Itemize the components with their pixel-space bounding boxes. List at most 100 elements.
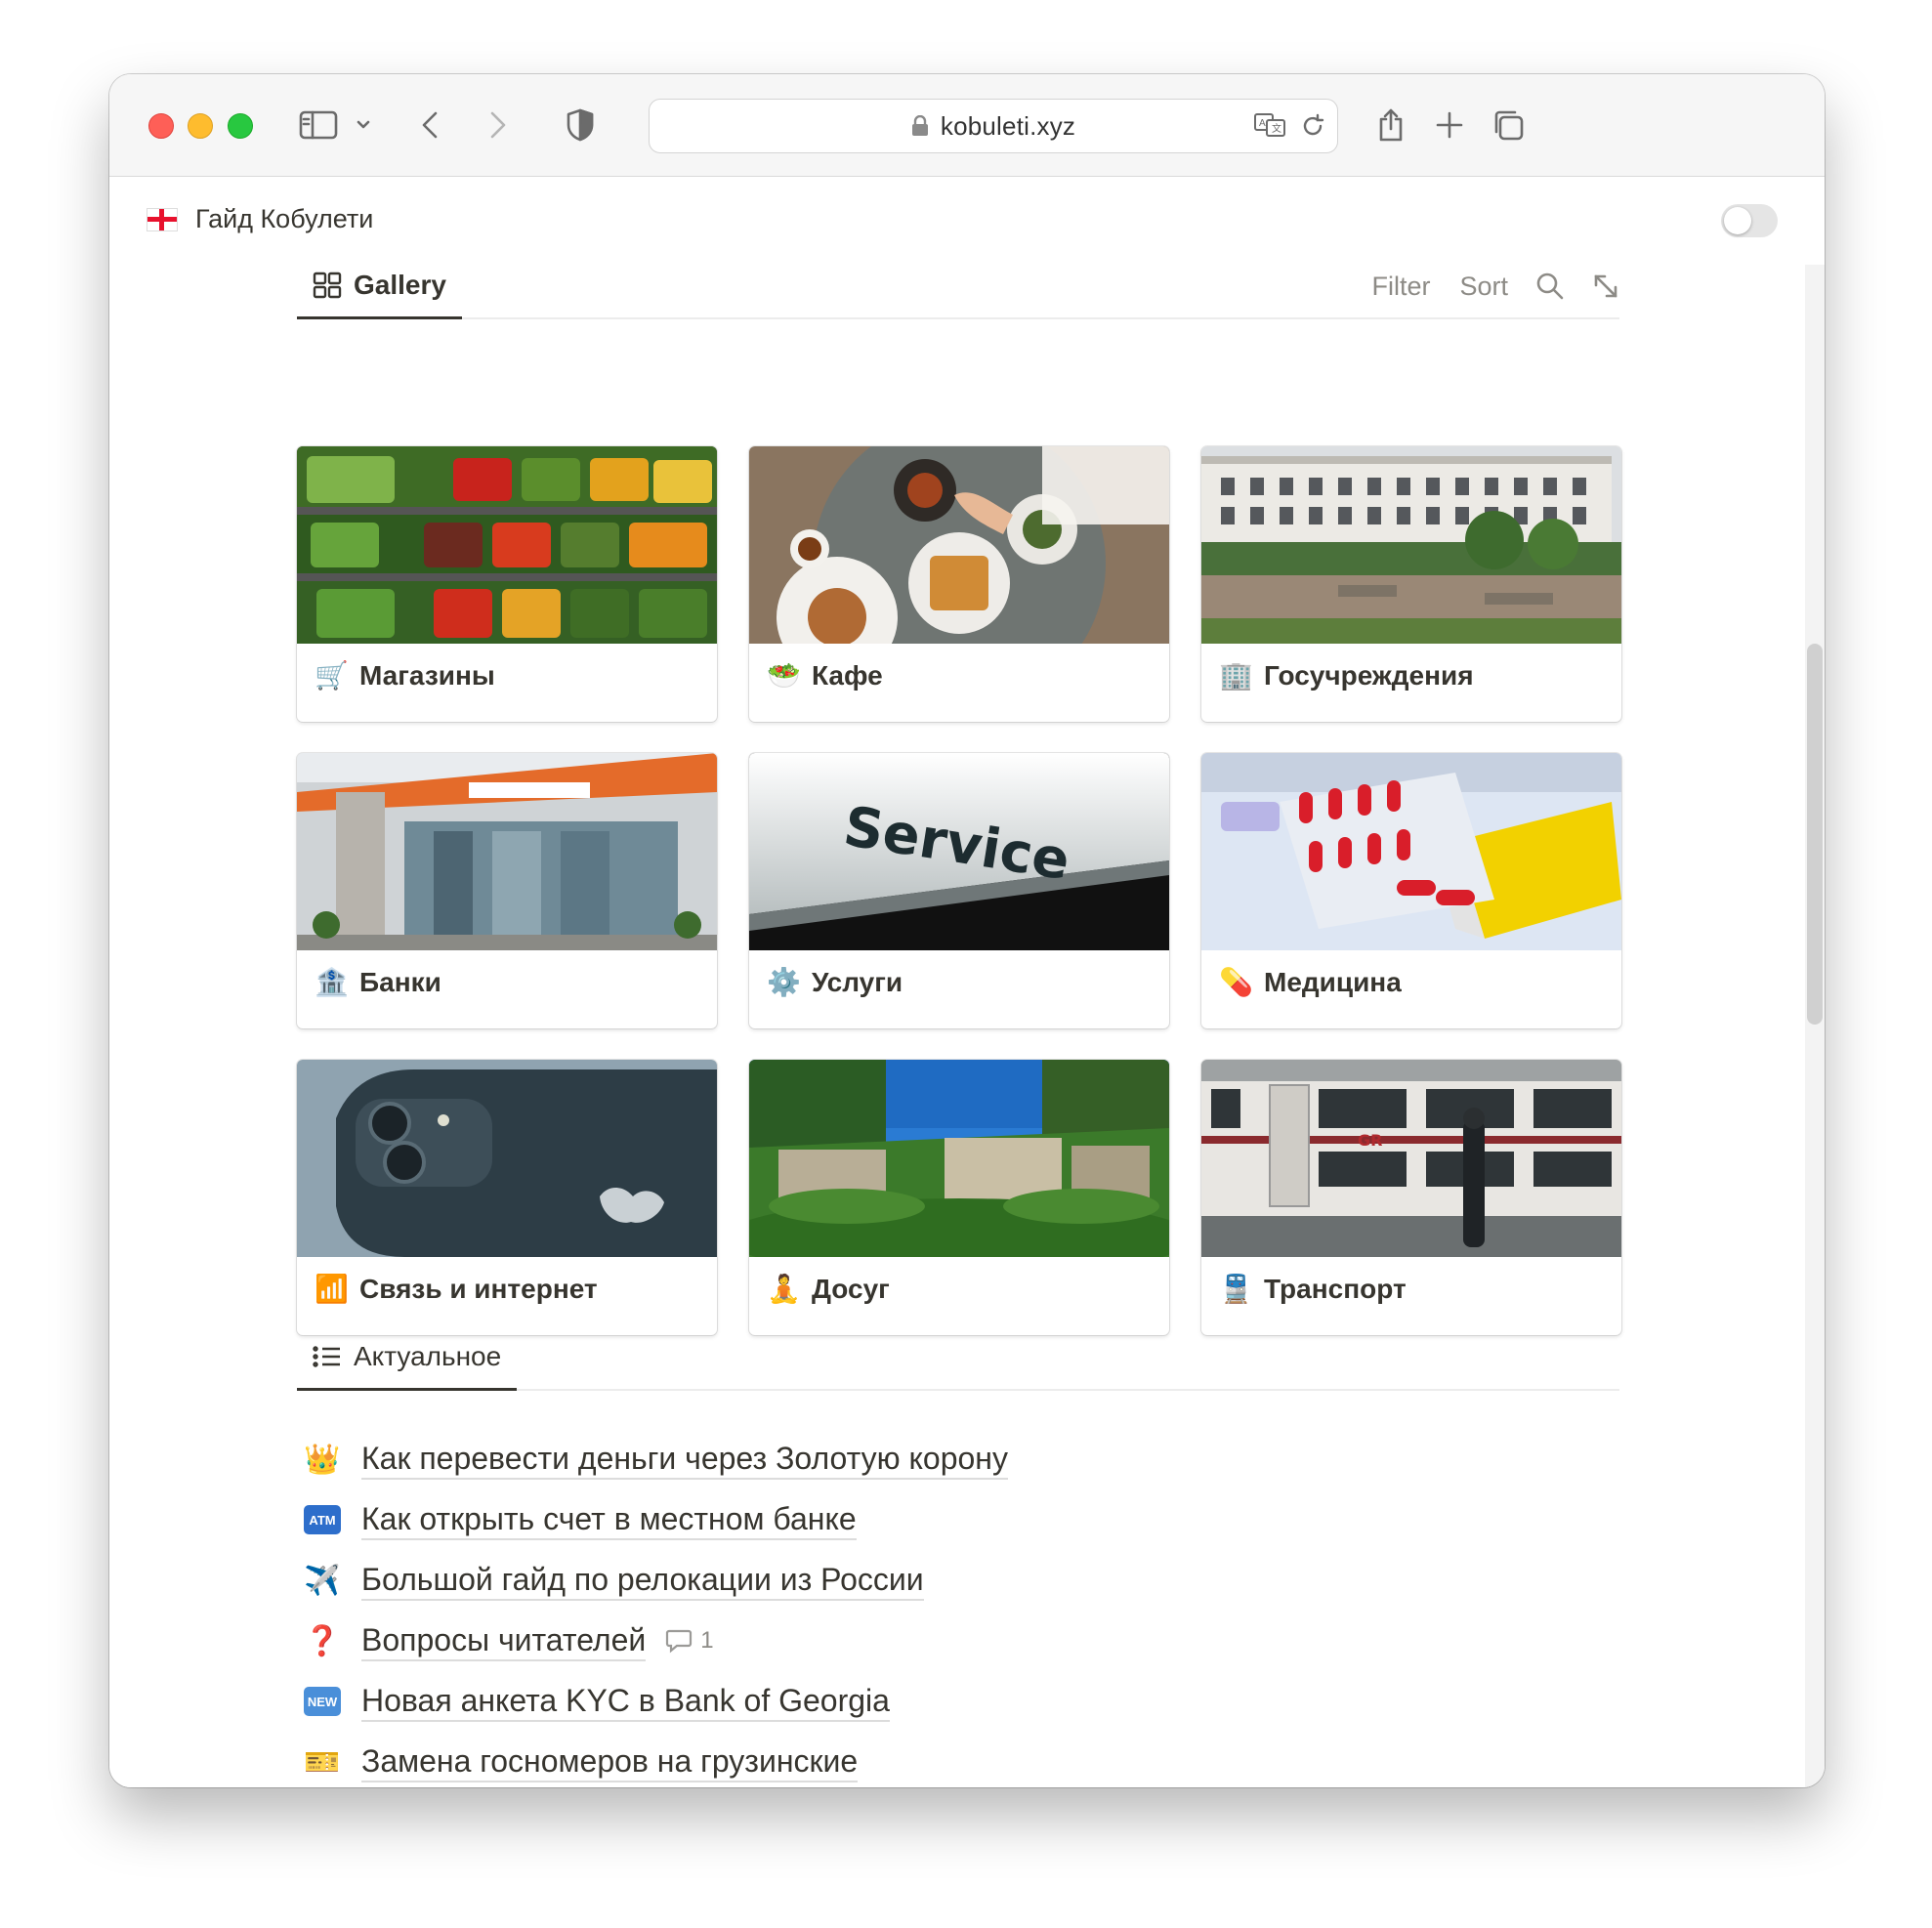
cover-image-fortress-ruins [749, 1060, 1169, 1257]
question-mark-icon: ❓ [304, 1624, 341, 1657]
gallery-card-services[interactable]: Service ⚙️ Услуги [749, 753, 1169, 1028]
list-item[interactable]: 👑 Как перевести деньги через Золотую кор… [303, 1437, 1008, 1482]
translate-icon[interactable]: A文 [1253, 111, 1288, 144]
card-label: 💊 Медицина [1219, 966, 1402, 998]
signal-bars-icon: 📶 [315, 1274, 349, 1304]
scrollbar-thumb[interactable] [1807, 644, 1823, 1025]
reload-icon[interactable] [1300, 113, 1325, 144]
svg-text:文: 文 [1272, 122, 1281, 135]
sort-button[interactable]: Sort [1459, 272, 1508, 302]
cover-image-food-table [749, 446, 1169, 644]
list-item[interactable]: ATM Как открыть счет в местном банке [303, 1497, 857, 1542]
card-label: 📶 Связь и интернет [315, 1273, 598, 1305]
comment-count[interactable]: 1 [665, 1627, 714, 1655]
gallery-card-government[interactable]: 🏢 Госучреждения [1201, 446, 1621, 722]
chevron-down-icon[interactable] [352, 107, 375, 143]
browser-window: kobuleti.xyz A文 Гайд Кобулети Gallery Fi… [109, 74, 1825, 1787]
list-item[interactable]: ❓ Вопросы читателей 1 [303, 1618, 714, 1663]
share-icon[interactable] [1371, 107, 1410, 143]
salad-icon: 🥗 [767, 660, 801, 691]
list-icon [313, 1346, 340, 1367]
list-item[interactable]: ✈️ Большой гайд по релокации из России [303, 1558, 924, 1603]
gallery-card-connectivity[interactable]: 📶 Связь и интернет [297, 1060, 717, 1335]
gallery-card-cafe[interactable]: 🥗 Кафе [749, 446, 1169, 722]
scrollbar-track[interactable] [1805, 265, 1825, 1787]
lock-icon [911, 115, 928, 136]
tab-overview-icon[interactable] [1489, 107, 1528, 143]
gallery-card-shops[interactable]: 🛒 Магазины [297, 446, 717, 722]
cover-image-vegetables [297, 446, 717, 644]
filter-button[interactable]: Filter [1371, 272, 1430, 302]
list-item[interactable]: NEW Новая анкета KYC в Bank of Georgia [303, 1679, 890, 1724]
gallery-card-leisure[interactable]: 🧘 Досуг [749, 1060, 1169, 1335]
gear-icon: ⚙️ [767, 967, 801, 997]
list-item-link[interactable]: Как перевести деньги через Золотую корон… [361, 1439, 1008, 1480]
shield-icon[interactable] [561, 107, 600, 143]
shopping-cart-icon: 🛒 [315, 660, 349, 691]
search-icon[interactable] [1535, 272, 1565, 301]
forward-arrow-icon[interactable] [479, 107, 518, 143]
list-item-link[interactable]: Большой гайд по релокации из России [361, 1560, 924, 1601]
card-title: Банки [359, 966, 441, 997]
page-title: Гайд Кобулети [195, 204, 374, 233]
card-title: Медицина [1264, 966, 1402, 997]
expand-icon[interactable] [1592, 272, 1619, 300]
card-title: Досуг [812, 1273, 890, 1304]
card-label: 🧘 Досуг [767, 1273, 890, 1305]
close-window-button[interactable] [148, 113, 174, 139]
card-title: Транспорт [1264, 1273, 1407, 1304]
address-bar[interactable]: kobuleti.xyz A文 [649, 99, 1338, 153]
cover-image-pills [1201, 753, 1621, 950]
gallery-grid-icon [313, 272, 342, 299]
url-text: kobuleti.xyz [940, 110, 1076, 141]
card-label: 🏢 Госучреждения [1219, 659, 1474, 692]
list-item-link[interactable]: Вопросы читателей [361, 1620, 647, 1661]
card-label: ⚙️ Услуги [767, 966, 903, 998]
cover-image-bank-front [297, 753, 717, 950]
georgia-flag-icon [147, 207, 178, 231]
gallery-header: Gallery Filter Sort [297, 255, 1619, 319]
train-icon: 🚆 [1219, 1274, 1253, 1304]
card-label: 🥗 Кафе [767, 659, 883, 692]
back-arrow-icon[interactable] [410, 107, 449, 143]
card-title: Связь и интернет [359, 1273, 598, 1304]
list-header: Актуальное [297, 1326, 1619, 1391]
ticket-icon: 🎫 [304, 1745, 341, 1779]
new-badge-icon: NEW [303, 1684, 342, 1719]
minimize-window-button[interactable] [188, 113, 213, 139]
airplane-icon: ✈️ [304, 1564, 341, 1597]
new-tab-icon[interactable] [1430, 107, 1469, 143]
breadcrumb[interactable]: Гайд Кобулети [147, 204, 373, 234]
atm-icon: ATM [303, 1502, 342, 1537]
theme-toggle[interactable] [1721, 204, 1778, 237]
tab-actual-label: Актуальное [354, 1341, 502, 1371]
bank-icon: 🏦 [315, 967, 349, 997]
card-title: Кафе [812, 659, 883, 691]
svg-text:A: A [1259, 118, 1266, 129]
page-content: Гайд Кобулети Gallery Filter Sort 🛒 Мага… [109, 177, 1825, 1787]
office-building-icon: 🏢 [1219, 660, 1253, 691]
cover-image-train: GR [1201, 1060, 1621, 1257]
browser-toolbar: kobuleti.xyz A文 [109, 74, 1825, 177]
svg-text:GR: GR [1358, 1131, 1382, 1150]
tab-actual[interactable]: Актуальное [297, 1325, 518, 1391]
list-item-link[interactable]: Замена госномеров на грузинские [361, 1741, 859, 1782]
card-title: Услуги [812, 966, 903, 997]
sidebar-toggle-icon[interactable] [297, 107, 340, 143]
zoom-window-button[interactable] [228, 113, 253, 139]
meditation-icon: 🧘 [767, 1274, 801, 1304]
list-item[interactable]: 🎫 Замена госномеров на грузинские [303, 1739, 859, 1784]
gallery-card-medicine[interactable]: 💊 Медицина [1201, 753, 1621, 1028]
card-label: 🚆 Транспорт [1219, 1273, 1407, 1305]
crown-icon: 👑 [304, 1443, 341, 1476]
card-label: 🏦 Банки [315, 966, 441, 998]
comment-count-value: 1 [700, 1627, 714, 1654]
gallery-card-banks[interactable]: 🏦 Банки [297, 753, 717, 1028]
gallery-card-transport[interactable]: GR 🚆 Транспорт [1201, 1060, 1621, 1335]
card-label: 🛒 Магазины [315, 659, 495, 692]
list-item-link[interactable]: Новая анкета KYC в Bank of Georgia [361, 1681, 890, 1722]
list-item-link[interactable]: Как открыть счет в местном банке [361, 1499, 857, 1540]
comment-icon [666, 1629, 693, 1654]
tab-gallery[interactable]: Gallery [297, 254, 462, 319]
cover-image-service-sign: Service [749, 753, 1169, 950]
